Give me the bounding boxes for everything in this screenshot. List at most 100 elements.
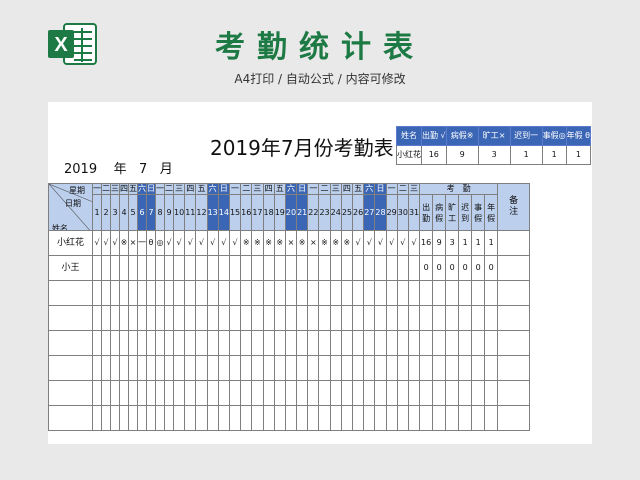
empty-cell xyxy=(128,355,138,381)
attendance-mark: √ xyxy=(164,230,174,256)
summary-value: 0 xyxy=(458,255,473,281)
summary-value: 0 xyxy=(419,255,434,281)
empty-cell xyxy=(172,330,186,356)
day-cell: 15 xyxy=(228,194,242,231)
attendance-mark: × xyxy=(128,230,138,256)
empty-cell xyxy=(228,280,242,306)
empty-cell xyxy=(296,355,309,381)
day-cell: 18 xyxy=(262,194,275,231)
empty-cell xyxy=(497,280,531,306)
attendance-mark xyxy=(228,255,242,281)
attendance-mark: √ xyxy=(407,230,421,256)
summary-col-label: 迟到 xyxy=(461,202,470,223)
empty-cell xyxy=(419,405,434,431)
weekday-cell: 五 xyxy=(351,183,365,195)
day-cell: 24 xyxy=(329,194,342,231)
weekday-cell: 五 xyxy=(128,183,138,195)
empty-cell xyxy=(172,280,186,306)
empty-cell xyxy=(92,330,102,356)
day-cell: 9 xyxy=(164,194,174,231)
weekday-cell: 六 xyxy=(137,183,147,195)
empty-cell xyxy=(217,330,230,356)
empty-cell xyxy=(351,305,365,331)
empty-cell xyxy=(155,405,165,431)
empty-cell xyxy=(307,305,320,331)
weekday-cell: 日 xyxy=(217,183,230,195)
attendance-mark xyxy=(251,255,264,281)
attendance-mark xyxy=(407,255,421,281)
empty-cell xyxy=(296,405,309,431)
empty-cell xyxy=(497,305,531,331)
empty-cell xyxy=(101,405,111,431)
empty-cell xyxy=(318,305,331,331)
empty-cell xyxy=(110,330,120,356)
empty-cell xyxy=(497,330,531,356)
empty-cell xyxy=(363,355,376,381)
empty-cell xyxy=(363,405,376,431)
empty-cell xyxy=(407,280,421,306)
day-cell: 7 xyxy=(146,194,156,231)
empty-cell xyxy=(128,405,138,431)
empty-cell xyxy=(146,305,156,331)
empty-cell xyxy=(184,405,197,431)
legend-cell: 1 xyxy=(541,145,567,165)
attendance-mark: ※ xyxy=(119,230,129,256)
weekday-cell: 二 xyxy=(164,183,174,195)
empty-cell xyxy=(407,380,421,406)
day-cell: 8 xyxy=(155,194,165,231)
empty-cell xyxy=(340,380,354,406)
empty-cell xyxy=(284,355,298,381)
empty-cell xyxy=(206,280,219,306)
summary-col-header: 年假 xyxy=(484,194,499,231)
empty-cell xyxy=(407,355,421,381)
legend-cell: 16 xyxy=(421,145,447,165)
weekday-cell: 三 xyxy=(407,183,421,195)
week-header-label: 星期 xyxy=(69,186,85,195)
empty-cell xyxy=(240,380,253,406)
empty-cell xyxy=(471,355,486,381)
empty-cell xyxy=(128,280,138,306)
weekday-cell: 四 xyxy=(119,183,129,195)
year-unit: 年 xyxy=(113,162,127,177)
empty-cell xyxy=(217,355,230,381)
attendance-mark: × xyxy=(307,230,320,256)
day-cell: 6 xyxy=(137,194,147,231)
summary-value: 0 xyxy=(432,255,447,281)
empty-cell xyxy=(307,280,320,306)
weekday-cell: 六 xyxy=(284,183,298,195)
summary-value: 0 xyxy=(471,255,486,281)
empty-cell xyxy=(484,330,499,356)
attendance-mark xyxy=(184,255,197,281)
legend-cell: 3 xyxy=(477,145,511,165)
empty-cell xyxy=(284,305,298,331)
empty-cell xyxy=(340,330,354,356)
attendance-mark: ※ xyxy=(273,230,286,256)
empty-cell xyxy=(119,355,129,381)
empty-cell xyxy=(296,380,309,406)
day-cell: 29 xyxy=(385,194,398,231)
empty-cell xyxy=(262,355,275,381)
empty-cell xyxy=(396,330,409,356)
empty-cell xyxy=(273,380,286,406)
empty-cell xyxy=(101,355,111,381)
date-header-label: 日期 xyxy=(65,199,81,208)
empty-cell xyxy=(48,305,93,331)
summary-value: 9 xyxy=(432,230,447,256)
empty-cell xyxy=(329,380,342,406)
summary-value: 0 xyxy=(484,255,499,281)
empty-cell xyxy=(146,380,156,406)
attendance-mark xyxy=(146,255,156,281)
weekday-cell: 六 xyxy=(363,183,376,195)
empty-cell xyxy=(374,330,387,356)
attendance-mark: θ xyxy=(146,230,156,256)
empty-cell xyxy=(137,355,147,381)
empty-cell xyxy=(445,380,460,406)
legend-header-cell: 旷工× xyxy=(477,126,511,146)
empty-cell xyxy=(273,355,286,381)
weekday-cell: 三 xyxy=(251,183,264,195)
empty-cell xyxy=(407,305,421,331)
month-value: 7 xyxy=(139,162,148,177)
attendance-mark: √ xyxy=(101,230,111,256)
empty-cell xyxy=(110,305,120,331)
empty-cell xyxy=(195,330,208,356)
